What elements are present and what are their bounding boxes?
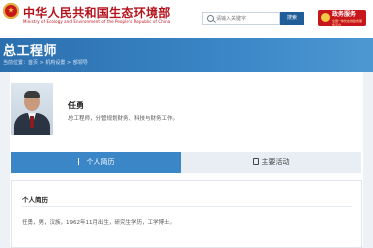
tab-activities[interactable]: 主要活动 bbox=[181, 152, 361, 173]
resume-icon bbox=[77, 158, 84, 165]
portrait-photo bbox=[11, 83, 53, 135]
page-title: 总工程师 bbox=[3, 44, 58, 59]
breadcrumb[interactable]: 当前位置：首页 > 机构设置 > 部领导 bbox=[3, 59, 88, 66]
activities-icon bbox=[252, 158, 259, 165]
search-box[interactable] bbox=[202, 12, 280, 25]
national-emblem-icon bbox=[3, 3, 19, 19]
tab-resume-label: 个人简历 bbox=[86, 158, 115, 166]
search-button[interactable]: 搜索 bbox=[280, 12, 304, 25]
section-divider bbox=[22, 206, 352, 207]
profile-card: 任勇 总工程师，分管规划财务、科技与财务工作。 个人简历 主要活动 个人简历 任… bbox=[10, 72, 363, 248]
resume-heading: 个人简历 bbox=[22, 196, 48, 204]
gov-service-icon bbox=[321, 13, 330, 22]
gov-badge-line2: 全国一体化在线政务服务平台 bbox=[332, 19, 363, 27]
title-band: 总工程师 当前位置：首页 > 机构设置 > 部领导 bbox=[0, 38, 373, 72]
ministry-name-en: Ministry of Ecology and Environment of t… bbox=[23, 19, 171, 24]
gov-badge-line1: 政务服务 bbox=[332, 11, 357, 18]
resume-section: 个人简历 任勇，男，汉族，1962年11月出生，研究生学历，工学博士。 bbox=[11, 180, 362, 248]
site-header: 中华人民共和国生态环境部 Ministry of Ecology and Env… bbox=[0, 0, 373, 38]
tab-resume[interactable]: 个人简历 bbox=[11, 152, 181, 173]
tab-activities-label: 主要活动 bbox=[261, 158, 290, 166]
person-name: 任勇 bbox=[68, 101, 84, 110]
person-position: 总工程师，分管规划财务、科技与财务工作。 bbox=[68, 116, 179, 122]
gov-service-badge[interactable]: 政务服务 全国一体化在线政务服务平台 bbox=[318, 10, 366, 27]
search-icon bbox=[207, 15, 214, 22]
resume-bio: 任勇，男，汉族，1962年11月出生，研究生学历，工学博士。 bbox=[22, 220, 175, 226]
search-input[interactable] bbox=[216, 13, 276, 24]
